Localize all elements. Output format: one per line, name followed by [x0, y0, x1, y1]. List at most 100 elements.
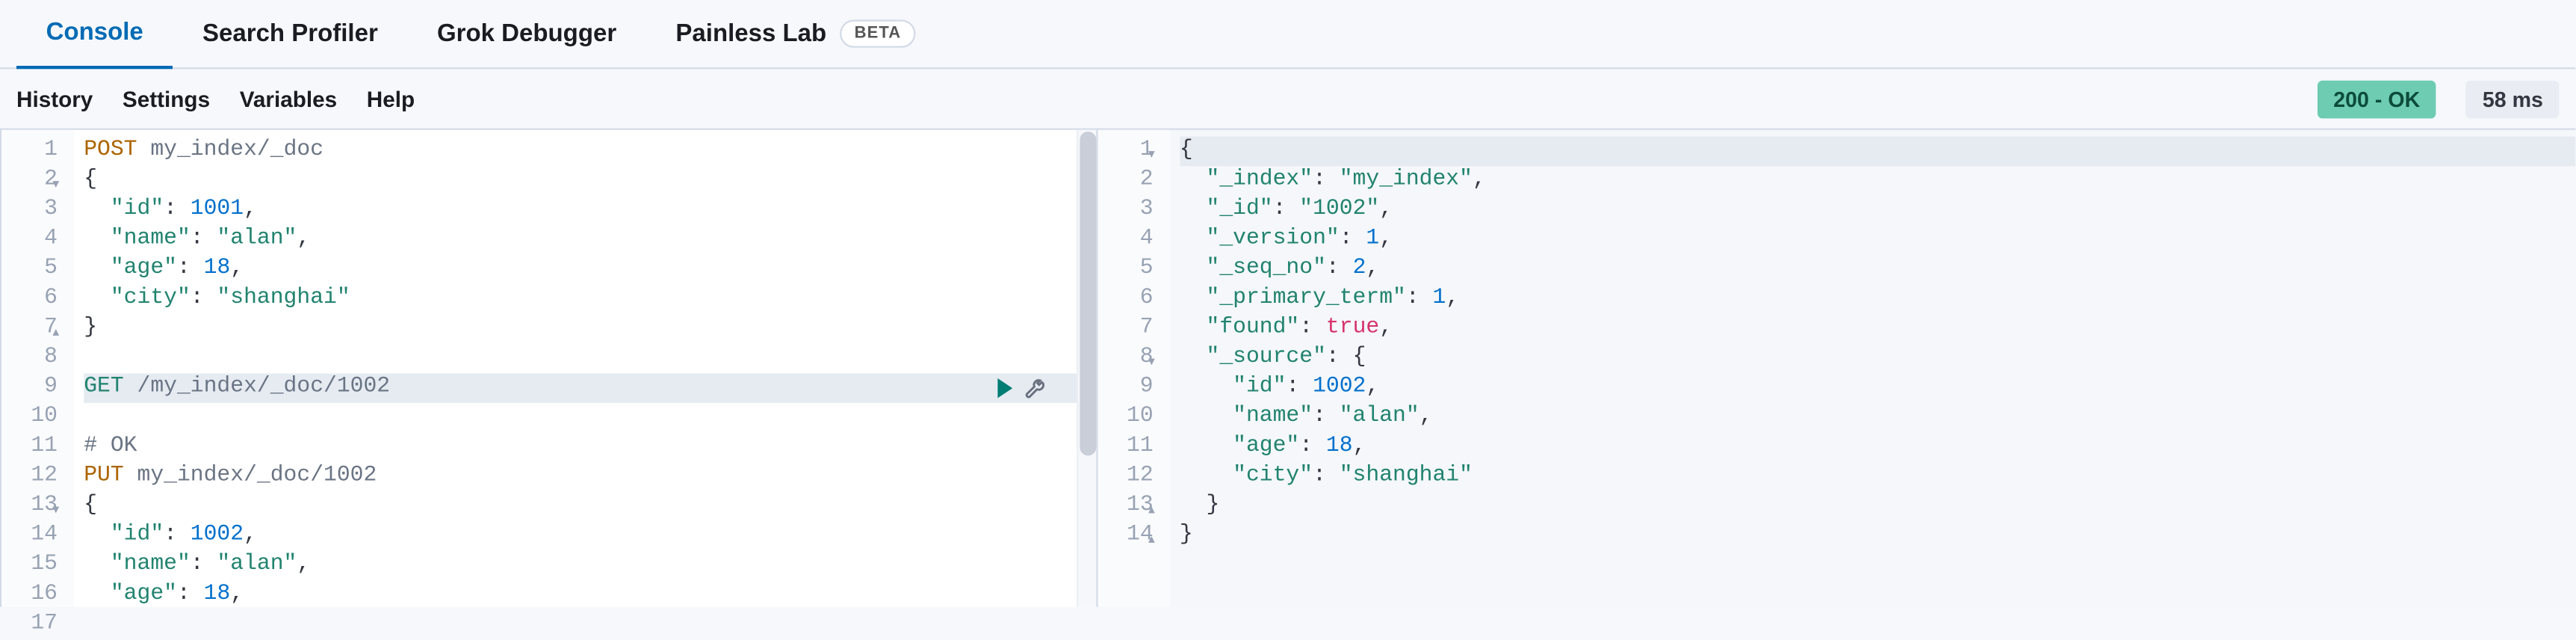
code-token: "shanghai" [1340, 464, 1473, 488]
code-token: { [84, 167, 97, 192]
code-token [1180, 404, 1233, 429]
code-token: "id" [111, 197, 164, 222]
code-token: , [1446, 286, 1459, 311]
request-scrollbar[interactable] [1076, 130, 1095, 607]
code-line[interactable]: } [1180, 492, 2576, 522]
code-token: } [1180, 523, 1193, 548]
code-line[interactable]: "age": 18, [84, 255, 1076, 285]
code-token: "_seq_no" [1206, 256, 1325, 281]
subnav-settings[interactable]: Settings [123, 87, 210, 111]
code-line[interactable]: { [84, 166, 1076, 196]
code-line[interactable]: "city": "shanghai" [1180, 462, 2576, 492]
code-token: , [1473, 167, 1486, 192]
code-line[interactable]: { [84, 492, 1076, 522]
code-line[interactable]: } [84, 314, 1076, 344]
code-line[interactable]: "_seq_no": 2, [1180, 255, 2576, 285]
line-number: 2 [15, 166, 58, 196]
code-token: , [1366, 256, 1379, 281]
request-editor[interactable]: POST my_index/_doc{ "id": 1001, "name": … [74, 130, 1076, 607]
line-number: 15 [15, 551, 58, 581]
code-token: 18 [1326, 434, 1353, 459]
code-token: { [1353, 345, 1366, 370]
line-number: 2 [1110, 166, 1153, 196]
wrench-icon[interactable] [1022, 376, 1047, 401]
code-token [84, 197, 111, 222]
code-token: : [1273, 197, 1300, 222]
code-token: : [164, 523, 191, 548]
code-line[interactable]: GET /my_index/_doc/1002 [84, 373, 1076, 403]
code-line[interactable]: "name": "alan", [1180, 403, 2576, 433]
line-number: 12 [1110, 462, 1153, 492]
code-token: { [84, 493, 97, 518]
code-line[interactable]: "id": 1002, [84, 521, 1076, 551]
tab-grok-debugger[interactable]: Grok Debugger [407, 0, 645, 68]
code-line[interactable]: # OK [84, 433, 1076, 463]
code-line[interactable]: "age": 18, [1180, 433, 2576, 463]
code-token: "city" [1233, 464, 1313, 488]
code-token: "my_index" [1340, 167, 1473, 192]
code-token [84, 523, 111, 548]
code-line[interactable]: "_version": 1, [1180, 225, 2576, 255]
code-token: 18 [204, 256, 231, 281]
line-number: 11 [1110, 433, 1153, 463]
code-token: : [191, 553, 217, 577]
code-token [1180, 345, 1207, 370]
tab-label: Grok Debugger [437, 19, 616, 47]
code-line[interactable]: "name": "alan", [84, 551, 1076, 581]
code-token: my_index/_doc [150, 138, 323, 163]
subnav-variables[interactable]: Variables [240, 87, 337, 111]
code-token: "age" [111, 256, 177, 281]
code-line[interactable]: "_id": "1002", [1180, 196, 2576, 226]
code-token: , [230, 256, 244, 281]
code-token [1180, 197, 1207, 222]
code-line[interactable]: "_index": "my_index", [1180, 166, 2576, 196]
subnav-help[interactable]: Help [367, 87, 415, 111]
code-line[interactable]: POST my_index/_doc [84, 137, 1076, 167]
code-line[interactable]: "age": 18, [84, 581, 1076, 607]
main-tabs: Console Search Profiler Grok Debugger Painl… [0, 0, 2576, 69]
run-controls [997, 373, 1047, 403]
code-token: : [191, 227, 217, 252]
code-line[interactable]: { [1180, 137, 2576, 167]
code-token: : [1313, 404, 1340, 429]
code-token: "_version" [1206, 227, 1339, 252]
code-line[interactable]: "id": 1002, [1180, 373, 2576, 403]
code-token: , [1353, 434, 1366, 459]
tab-search-profiler[interactable]: Search Profiler [173, 0, 407, 68]
code-line[interactable]: "city": "shanghai" [84, 285, 1076, 315]
code-line[interactable]: "found": true, [1180, 314, 2576, 344]
response-gutter: 1234567891011121314 [1097, 130, 1170, 607]
code-token [84, 227, 111, 252]
subnav-history[interactable]: History [16, 87, 93, 111]
code-token: , [230, 582, 244, 607]
code-line[interactable] [84, 403, 1076, 433]
play-icon[interactable] [997, 378, 1012, 398]
code-token: , [244, 197, 257, 222]
code-line[interactable]: "_primary_term": 1, [1180, 285, 2576, 315]
line-number: 10 [1110, 403, 1153, 433]
line-number: 5 [15, 255, 58, 285]
tab-console[interactable]: Console [16, 0, 173, 68]
code-token [1180, 286, 1207, 311]
code-token: 2 [1353, 256, 1366, 281]
code-token: : [191, 286, 217, 311]
editor-split: 1234567891011121314151617 POST my_index/… [0, 129, 2576, 607]
response-pane: 1234567891011121314 { "_index": "my_inde… [1096, 130, 2576, 607]
code-token: : [1299, 434, 1326, 459]
code-line[interactable]: } [1180, 521, 2576, 551]
subnav-left: History Settings Variables Help [16, 87, 415, 111]
code-line[interactable]: "name": "alan", [84, 225, 1076, 255]
tab-painless-lab[interactable]: Painless LabBETA [646, 0, 946, 68]
request-scrollthumb[interactable] [1080, 132, 1096, 456]
code-token: PUT [84, 464, 137, 488]
code-line[interactable]: PUT my_index/_doc/1002 [84, 462, 1076, 492]
tab-label: Console [46, 18, 143, 46]
code-line[interactable]: "_source": { [1180, 344, 2576, 374]
code-token: , [297, 553, 310, 577]
code-line[interactable] [84, 344, 1076, 374]
line-number: 14 [15, 521, 58, 551]
code-token: "name" [111, 227, 191, 252]
response-viewer[interactable]: { "_index": "my_index", "_id": "1002", "… [1170, 130, 2576, 607]
request-gutter: 1234567891011121314151617 [1, 130, 74, 607]
code-line[interactable]: "id": 1001, [84, 196, 1076, 226]
